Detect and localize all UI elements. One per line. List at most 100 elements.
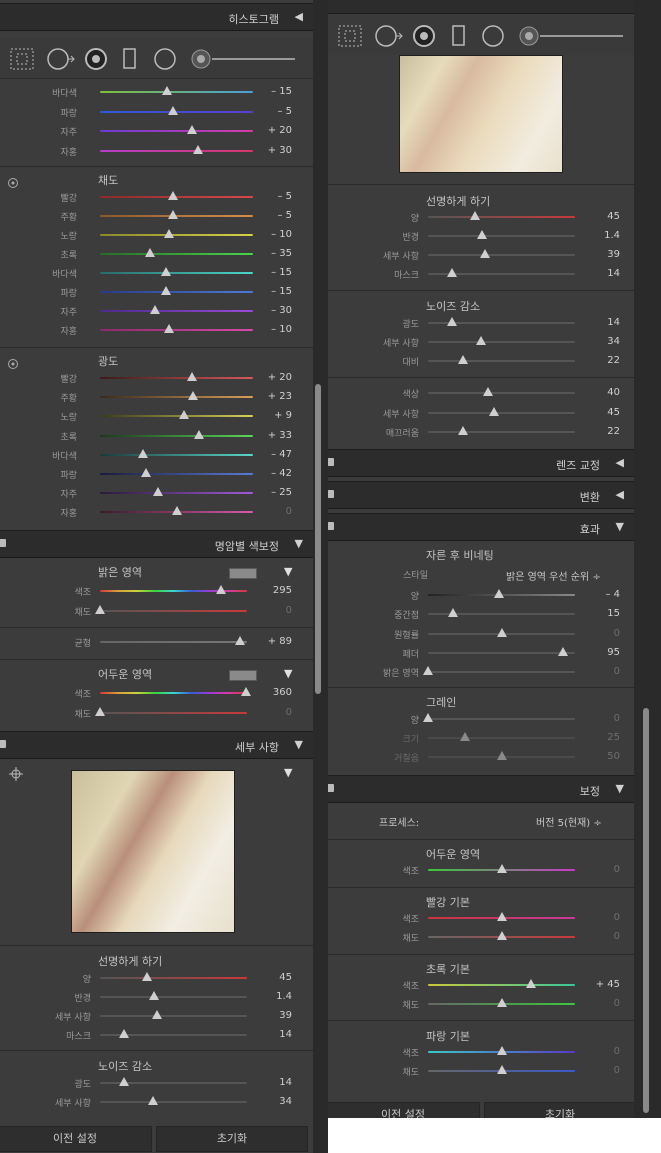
slider-thumb[interactable] <box>423 666 433 676</box>
slider-thumb[interactable] <box>496 931 507 940</box>
slider-value[interactable]: 360 <box>252 687 292 698</box>
slider-thumb[interactable] <box>447 608 458 618</box>
slider-value[interactable]: 0 <box>580 666 620 677</box>
slider-thumb[interactable] <box>160 286 171 295</box>
slider-value[interactable]: 22 <box>580 426 620 437</box>
slider-thumb[interactable] <box>192 144 203 154</box>
slider-value[interactable]: – 5 <box>252 106 292 117</box>
graduated-filter-icon[interactable] <box>122 47 138 71</box>
slider-thumb[interactable] <box>423 713 433 722</box>
slider-track[interactable] <box>100 415 253 418</box>
slider-thumb[interactable] <box>162 86 173 95</box>
slider-value[interactable]: + 23 <box>252 391 292 402</box>
slider-thumb[interactable] <box>152 1010 163 1019</box>
slider-track[interactable] <box>428 651 575 654</box>
slider-thumb[interactable] <box>496 627 507 637</box>
slider-track[interactable] <box>100 234 253 236</box>
slider-value[interactable]: – 15 <box>252 86 292 97</box>
slider-value[interactable]: + 20 <box>252 372 292 383</box>
slider-value[interactable]: – 4 <box>580 589 620 600</box>
slider-thumb[interactable] <box>171 506 182 516</box>
slider-thumb[interactable] <box>168 105 179 115</box>
slider-value[interactable]: 1.4 <box>580 230 620 241</box>
slider-thumb[interactable] <box>95 706 105 716</box>
slider-value[interactable]: + 20 <box>252 125 292 136</box>
slider-track[interactable] <box>428 392 575 394</box>
slider-thumb[interactable] <box>496 912 507 921</box>
slider-value[interactable]: 39 <box>252 1010 292 1021</box>
slider-value[interactable]: 45 <box>580 407 620 418</box>
effects-header[interactable]: 효과 ▼ <box>328 513 634 541</box>
slider-value[interactable]: – 25 <box>252 487 292 498</box>
panel-toggle-icon[interactable] <box>328 458 334 466</box>
panel-toggle-icon[interactable] <box>328 490 334 498</box>
slider-value[interactable]: 14 <box>580 317 620 328</box>
slider-thumb[interactable] <box>142 972 153 981</box>
crop-overlay-icon[interactable] <box>10 48 34 70</box>
highlights-color-swatch[interactable] <box>229 568 257 579</box>
slider-value[interactable]: 0 <box>580 628 620 639</box>
slider-thumb[interactable] <box>477 230 488 239</box>
slider-thumb[interactable] <box>160 267 171 276</box>
slider-thumb[interactable] <box>163 324 174 333</box>
red-eye-icon[interactable] <box>84 47 108 71</box>
slider-value[interactable]: + 30 <box>252 145 292 156</box>
process-select[interactable]: 버전 5(현재) ÷ <box>536 814 602 829</box>
dropdown-triangle-icon[interactable]: ▼ <box>284 667 292 680</box>
slider-thumb[interactable] <box>137 448 148 458</box>
adjustment-brush-icon[interactable] <box>190 47 300 71</box>
slider-value[interactable]: – 5 <box>252 210 292 221</box>
histogram-panel-header[interactable]: 히스토그램 ◀ <box>0 3 313 31</box>
detail-header[interactable]: 세부 사항 ▼ <box>0 731 313 759</box>
slider-track[interactable] <box>100 377 253 379</box>
right-scrollbar[interactable] <box>643 708 649 1113</box>
slider-track[interactable] <box>100 434 253 437</box>
slider-value[interactable]: 14 <box>252 1077 292 1088</box>
detail-preview-image[interactable] <box>399 55 563 173</box>
slider-track[interactable] <box>100 1101 247 1103</box>
slider-thumb[interactable] <box>163 229 174 238</box>
slider-track[interactable] <box>100 396 253 399</box>
graduated-filter-icon[interactable] <box>451 24 467 48</box>
slider-value[interactable]: – 10 <box>252 229 292 240</box>
slider-track[interactable] <box>428 671 575 674</box>
slider-value[interactable]: 0 <box>580 1046 620 1057</box>
transform-header[interactable]: 변환 ◀ <box>328 481 634 509</box>
slider-value[interactable]: 39 <box>580 249 620 260</box>
slider-track[interactable] <box>100 996 247 998</box>
expand-down-icon[interactable]: ▼ <box>295 738 303 751</box>
slider-value[interactable]: 50 <box>580 751 620 762</box>
slider-thumb[interactable] <box>496 864 507 873</box>
slider-thumb[interactable] <box>168 210 179 219</box>
slider-value[interactable]: 0 <box>252 707 292 718</box>
slider-value[interactable]: 0 <box>580 912 620 923</box>
slider-value[interactable]: – 42 <box>252 468 292 479</box>
lens-corrections-header[interactable]: 렌즈 교정 ◀ <box>328 449 634 477</box>
slider-value[interactable]: 22 <box>580 355 620 366</box>
slider-track[interactable] <box>428 718 575 720</box>
slider-thumb[interactable] <box>480 249 491 258</box>
collapse-left-icon[interactable]: ◀ <box>616 488 624 501</box>
slider-track[interactable] <box>428 737 575 739</box>
radial-filter-icon[interactable] <box>481 24 505 48</box>
slider-value[interactable]: – 15 <box>252 267 292 278</box>
radial-filter-icon[interactable] <box>153 47 177 71</box>
expand-down-icon[interactable]: ▼ <box>616 782 624 795</box>
adjustment-brush-icon[interactable] <box>518 24 628 48</box>
slider-value[interactable]: – 35 <box>252 248 292 259</box>
slider-value[interactable]: 295 <box>252 585 292 596</box>
slider-value[interactable]: 25 <box>580 732 620 743</box>
slider-thumb[interactable] <box>240 687 251 696</box>
slider-value[interactable]: 34 <box>252 1096 292 1107</box>
detail-preview-image[interactable] <box>71 770 235 933</box>
slider-value[interactable]: 0 <box>580 931 620 942</box>
expand-down-icon[interactable]: ▼ <box>616 520 624 533</box>
panel-toggle-icon[interactable] <box>328 784 334 792</box>
slider-thumb[interactable] <box>446 268 457 277</box>
slider-track[interactable] <box>100 473 253 475</box>
slider-value[interactable]: 0 <box>252 605 292 616</box>
reset-button[interactable]: 초기화 <box>156 1126 308 1152</box>
reset-button[interactable]: 초기화 <box>484 1102 634 1118</box>
crosshair-icon[interactable] <box>9 767 23 781</box>
calibration-header[interactable]: 보정 ▼ <box>328 775 634 803</box>
